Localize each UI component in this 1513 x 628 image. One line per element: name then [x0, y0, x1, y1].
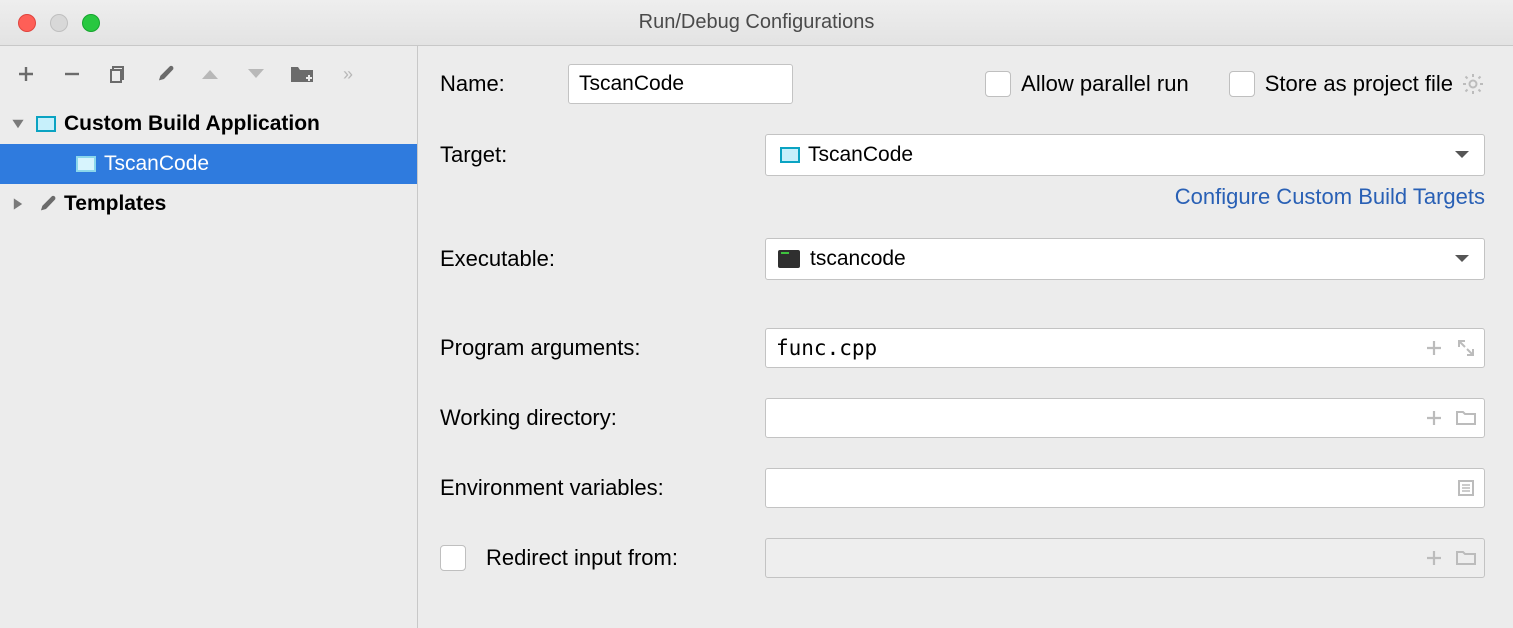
insert-macro-icon — [1423, 547, 1445, 569]
redirect-row: Redirect input from: — [440, 538, 1485, 578]
insert-macro-icon[interactable] — [1423, 407, 1445, 429]
browse-folder-icon[interactable] — [1455, 407, 1477, 429]
program-args-row: Program arguments: — [440, 328, 1485, 368]
move-up-button[interactable] — [198, 62, 222, 86]
more-toolbar-button[interactable]: » — [336, 62, 360, 86]
tree-group-label: Templates — [64, 192, 166, 216]
program-args-input[interactable] — [765, 328, 1485, 368]
chevron-down-icon — [1454, 150, 1470, 160]
working-dir-label: Working directory: — [440, 405, 765, 431]
allow-parallel-option[interactable]: Allow parallel run — [985, 71, 1189, 97]
executable-label: Executable: — [440, 246, 765, 272]
chevron-down-icon — [1454, 254, 1470, 264]
target-select[interactable]: TscanCode — [765, 134, 1485, 176]
env-vars-label: Environment variables: — [440, 475, 765, 501]
env-vars-input[interactable] — [765, 468, 1485, 508]
tree-group-custom-build[interactable]: Custom Build Application — [0, 104, 417, 144]
config-tree: Custom Build Application TscanCode Templ… — [0, 102, 417, 628]
sidebar-toolbar: » — [0, 46, 417, 102]
redirect-label: Redirect input from: — [486, 545, 678, 571]
working-dir-input[interactable] — [765, 398, 1485, 438]
browse-folder-icon — [1455, 547, 1477, 569]
redirect-input — [765, 538, 1485, 578]
window-title: Run/Debug Configurations — [0, 11, 1513, 34]
main-area: » Custom Build Application TscanCode — [0, 46, 1513, 628]
executable-row: Executable: tscancode — [440, 238, 1485, 280]
executable-select[interactable]: tscancode — [765, 238, 1485, 280]
application-icon — [778, 145, 802, 165]
tree-item-label: TscanCode — [104, 152, 209, 176]
move-down-button[interactable] — [244, 62, 268, 86]
tree-group-templates[interactable]: Templates — [0, 184, 417, 224]
terminal-icon — [778, 250, 800, 268]
store-project-option[interactable]: Store as project file — [1229, 71, 1485, 97]
env-vars-row: Environment variables: — [440, 468, 1485, 508]
name-label: Name: — [440, 71, 568, 97]
gear-icon[interactable] — [1461, 72, 1485, 96]
edit-defaults-button[interactable] — [152, 62, 176, 86]
add-config-button[interactable] — [14, 62, 38, 86]
target-value: TscanCode — [808, 143, 913, 167]
allow-parallel-checkbox[interactable] — [985, 71, 1011, 97]
configure-targets-link[interactable]: Configure Custom Build Targets — [1175, 184, 1485, 209]
copy-config-button[interactable] — [106, 62, 130, 86]
configure-link-row: Configure Custom Build Targets — [440, 184, 1485, 210]
traffic-lights — [18, 14, 100, 32]
target-label: Target: — [440, 142, 765, 168]
titlebar: Run/Debug Configurations — [0, 0, 1513, 46]
close-window-button[interactable] — [18, 14, 36, 32]
wrench-icon — [34, 194, 58, 214]
tree-item-tscancode[interactable]: TscanCode — [0, 144, 417, 184]
expand-arrow-icon — [8, 117, 28, 131]
config-form: Name: Allow parallel run Store as projec… — [418, 46, 1513, 628]
executable-value: tscancode — [810, 247, 906, 271]
name-row: Name: Allow parallel run Store as projec… — [440, 64, 1485, 104]
store-project-checkbox[interactable] — [1229, 71, 1255, 97]
store-project-label: Store as project file — [1265, 71, 1453, 97]
remove-config-button[interactable] — [60, 62, 84, 86]
allow-parallel-label: Allow parallel run — [1021, 71, 1189, 97]
program-args-label: Program arguments: — [440, 335, 765, 361]
minimize-window-button[interactable] — [50, 14, 68, 32]
collapse-arrow-icon — [8, 197, 28, 211]
zoom-window-button[interactable] — [82, 14, 100, 32]
application-icon — [74, 154, 98, 174]
expand-icon[interactable] — [1455, 337, 1477, 359]
tree-group-label: Custom Build Application — [64, 112, 320, 136]
working-dir-row: Working directory: — [440, 398, 1485, 438]
application-icon — [34, 114, 58, 134]
insert-macro-icon[interactable] — [1423, 337, 1445, 359]
edit-list-icon[interactable] — [1455, 477, 1477, 499]
folder-button[interactable] — [290, 62, 314, 86]
redirect-checkbox[interactable] — [440, 545, 466, 571]
name-input[interactable] — [568, 64, 793, 104]
target-row: Target: TscanCode — [440, 134, 1485, 176]
sidebar: » Custom Build Application TscanCode — [0, 46, 418, 628]
